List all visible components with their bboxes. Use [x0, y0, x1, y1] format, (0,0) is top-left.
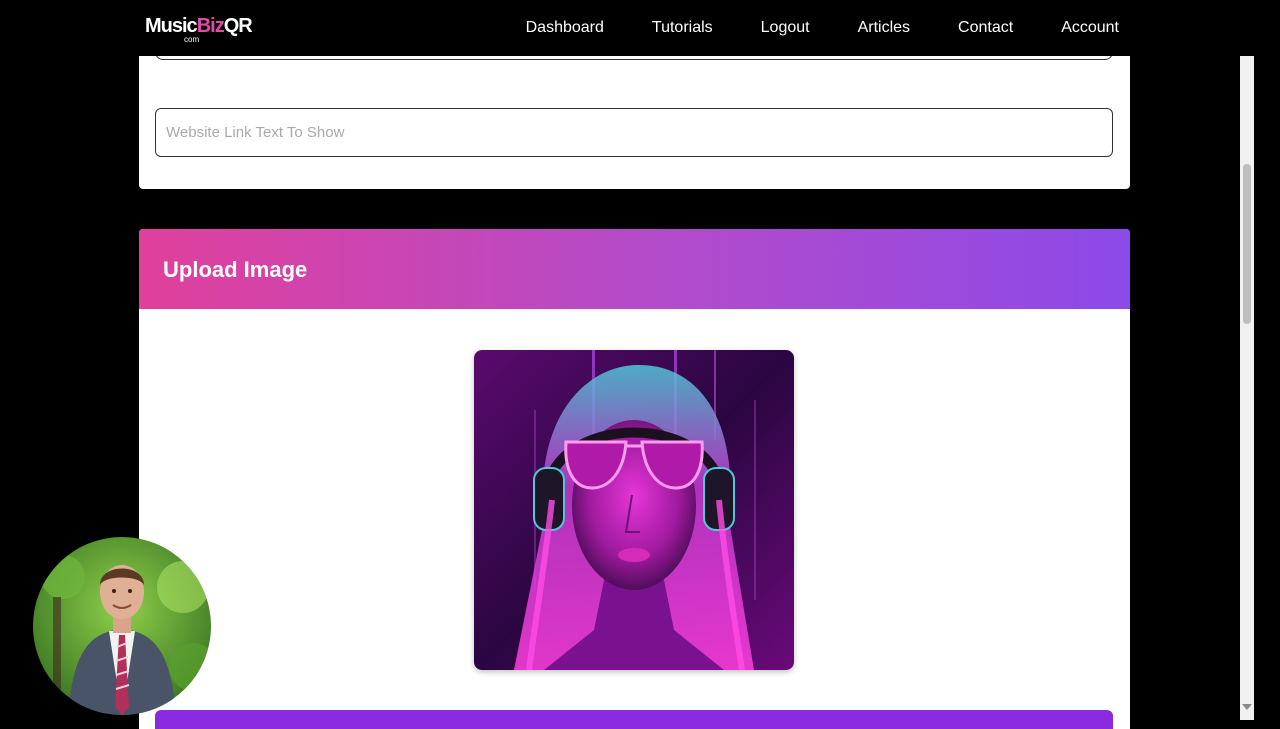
nav-tutorials[interactable]: Tutorials — [652, 18, 713, 38]
website-link-text-input[interactable] — [155, 108, 1113, 157]
scrollbar-thumb[interactable] — [1243, 164, 1251, 324]
link-settings-card — [139, 46, 1130, 189]
portrait-graphic — [474, 350, 794, 670]
neon-portrait-image[interactable] — [474, 350, 794, 670]
presenter-graphic — [33, 537, 211, 715]
presenter-webcam — [33, 537, 211, 715]
upload-image-title: Upload Image — [163, 257, 308, 282]
brand-sub: com — [184, 35, 200, 44]
top-navbar: MusicBizQR com Dashboard Tutorials Logou… — [0, 0, 1280, 56]
nav-dashboard[interactable]: Dashboard — [526, 18, 604, 38]
nav-logout[interactable]: Logout — [761, 18, 810, 38]
upload-image-card: Upload Image — [139, 229, 1130, 729]
nav-articles[interactable]: Articles — [858, 18, 910, 38]
brand-logo[interactable]: MusicBizQR com — [145, 14, 253, 46]
nav-contact[interactable]: Contact — [958, 18, 1013, 38]
upload-image-header: Upload Image — [139, 229, 1130, 309]
scroll-down-arrow-icon[interactable] — [1242, 704, 1252, 710]
nav-account[interactable]: Account — [1061, 18, 1119, 38]
page-scrollbar[interactable] — [1240, 56, 1254, 720]
nav-links: Dashboard Tutorials Logout Articles Cont… — [526, 18, 1119, 38]
